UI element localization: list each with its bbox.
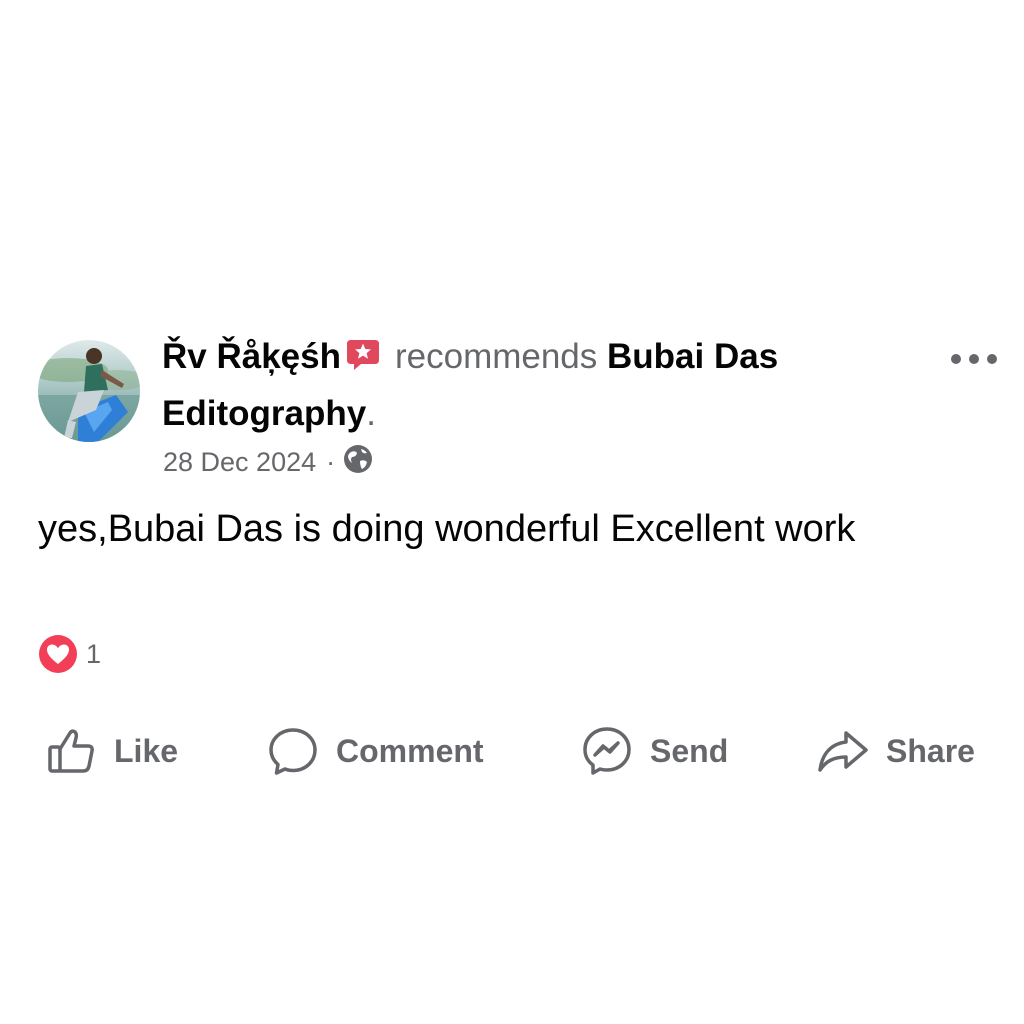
comment-bubble-icon <box>269 728 317 775</box>
like-label: Like <box>114 732 179 769</box>
share-button[interactable]: Share <box>816 716 975 786</box>
like-button[interactable]: Like <box>46 716 178 786</box>
reaction-count: 1 <box>86 638 102 669</box>
post-body-text: yes,Bubai Das is doing wonderful Excelle… <box>38 508 856 550</box>
send-label: Send <box>650 732 729 769</box>
share-label: Share <box>886 732 975 769</box>
post-header: Řv Řåķęśh recommends Bubai Das Editograph… <box>162 330 922 440</box>
action-bar: Like Comment Send Share <box>0 716 1024 786</box>
comment-label: Comment <box>336 732 484 769</box>
author-name[interactable]: Řv Řåķęśh <box>162 337 341 376</box>
reactions-summary[interactable]: 1 <box>38 634 101 674</box>
header-period: . <box>366 394 376 433</box>
messenger-icon <box>583 727 631 775</box>
review-star-badge-icon <box>345 334 381 387</box>
more-options-button[interactable] <box>945 342 1003 376</box>
send-button[interactable]: Send <box>580 716 728 786</box>
author-avatar[interactable] <box>38 340 140 442</box>
recommendation-post: Řv Řåķęśh recommends Bubai Das Editograph… <box>0 0 1024 1024</box>
meta-separator: · <box>326 446 336 477</box>
thumbs-up-icon <box>48 729 94 773</box>
recommends-verb: recommends <box>394 337 598 376</box>
heart-reaction-icon <box>39 635 77 673</box>
more-dots-icon <box>951 354 997 364</box>
post-date[interactable]: 28 Dec 2024 <box>163 447 316 478</box>
post-meta: 28 Dec 2024 · <box>163 443 373 481</box>
share-arrow-icon <box>818 731 868 772</box>
globe-icon <box>343 444 373 481</box>
comment-button[interactable]: Comment <box>266 716 484 786</box>
